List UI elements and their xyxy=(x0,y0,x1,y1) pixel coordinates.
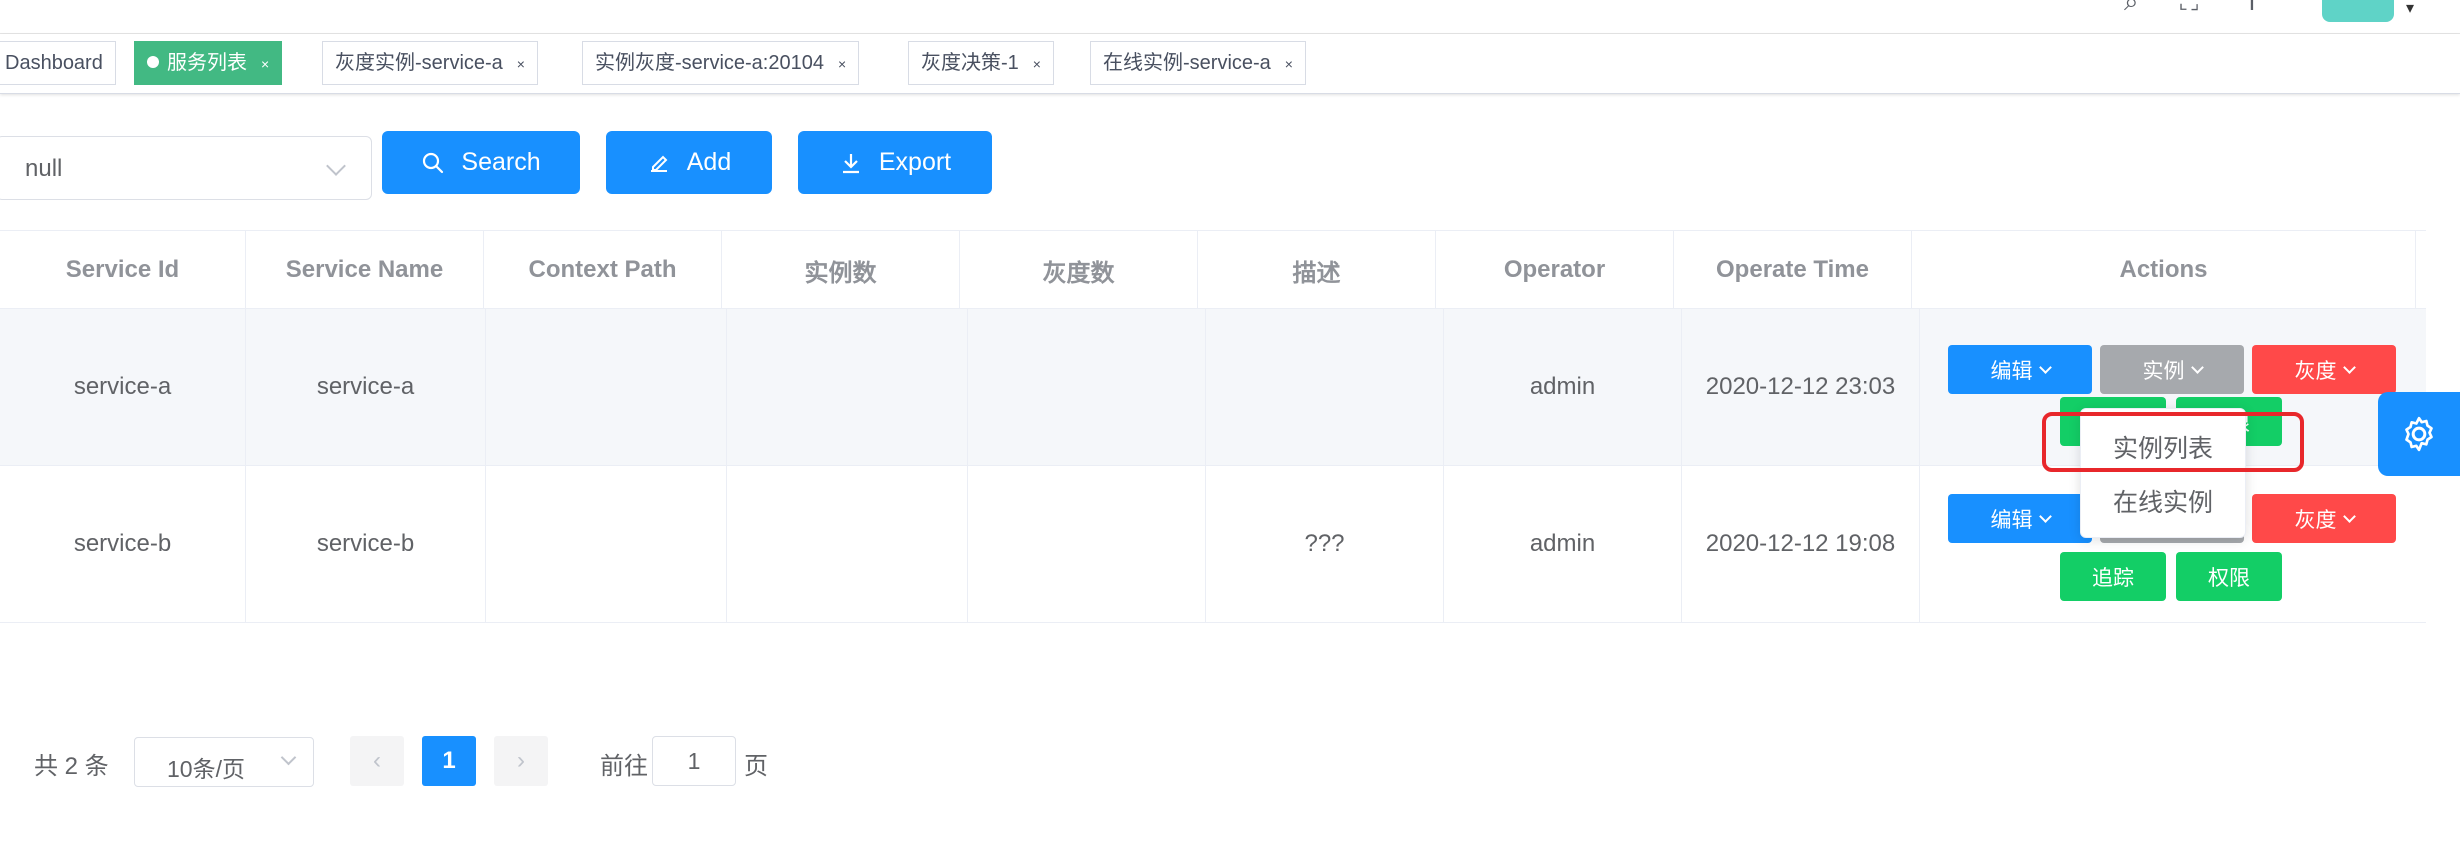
column-header[interactable]: Operator xyxy=(1436,231,1674,309)
avatar[interactable] xyxy=(2322,0,2394,22)
close-icon[interactable]: × xyxy=(517,56,525,72)
cell-operator: admin xyxy=(1444,309,1682,465)
tag-service-list[interactable]: 服务列表 × xyxy=(134,41,283,85)
tag-label: Dashboard xyxy=(5,52,103,74)
chevron-right-icon: › xyxy=(517,747,525,774)
size-icon[interactable]: ᴛ xyxy=(2246,0,2258,17)
tag-dashboard[interactable]: Dashboard xyxy=(0,41,116,85)
tag-instance-gray[interactable]: 实例灰度-service-a:20104 × xyxy=(582,41,860,85)
column-header[interactable]: Service Id xyxy=(0,231,246,309)
cell-context-path xyxy=(486,309,727,465)
search-label: Search xyxy=(461,148,541,176)
column-header[interactable]: Service Name xyxy=(246,231,484,309)
add-label: Add xyxy=(686,148,732,176)
tag-label: 在线实例-service-a xyxy=(1103,52,1271,74)
chevron-down-icon xyxy=(2190,360,2204,374)
search-button[interactable]: Search xyxy=(382,131,580,194)
caret-down-icon[interactable]: ▾ xyxy=(2406,0,2414,18)
cell-service-name: service-b xyxy=(246,466,486,622)
chevron-down-icon xyxy=(2342,509,2356,523)
gray-label: 灰度 xyxy=(2294,508,2337,532)
cell-service-name: service-a xyxy=(246,309,486,465)
chevron-down-icon xyxy=(280,749,297,766)
column-header[interactable]: 实例数 xyxy=(722,231,960,309)
page-size-value: 10条/页 xyxy=(167,756,245,782)
navbar: ⌕ ⛶ ᴛ ▾ xyxy=(0,0,2460,34)
cell-gray xyxy=(968,466,1206,622)
download-icon xyxy=(842,153,859,173)
edit-label: 编辑 xyxy=(1990,508,2033,532)
cell-gray xyxy=(968,309,1206,465)
goto-label: 前往 xyxy=(600,753,648,780)
cell-service-id: service-a xyxy=(0,309,246,465)
instance-button[interactable]: 实例 xyxy=(2100,345,2244,394)
trace-label: 追踪 xyxy=(2092,566,2134,590)
export-button[interactable]: Export xyxy=(798,131,992,194)
cell-instances xyxy=(727,466,968,622)
dropdown-item-online-instance[interactable]: 在线实例 xyxy=(2081,475,2245,527)
goto-page-input[interactable] xyxy=(652,736,736,786)
edit-button[interactable]: 编辑 xyxy=(1948,345,2092,394)
chevron-down-icon xyxy=(2038,360,2052,374)
service-select[interactable]: null xyxy=(0,136,372,200)
edit-label: 编辑 xyxy=(1990,359,2033,383)
trace-button[interactable]: 追踪 xyxy=(2060,552,2166,601)
gear-icon xyxy=(2405,416,2433,452)
search-icon[interactable]: ⌕ xyxy=(2124,0,2139,18)
add-button[interactable]: Add xyxy=(606,131,772,194)
page-suffix-label: 页 xyxy=(744,753,768,780)
edit-button[interactable]: 编辑 xyxy=(1948,494,2092,543)
tags-view: Dashboard 服务列表 × 灰度实例-service-a × 实例灰度-ser… xyxy=(0,34,2460,94)
page-size-select[interactable]: 10条/页 xyxy=(134,737,314,787)
tag-label: 服务列表 xyxy=(167,52,247,74)
select-value: null xyxy=(25,155,63,182)
cell-operate-time: 2020-12-12 19:08 xyxy=(1682,466,1920,622)
chevron-down-icon xyxy=(326,156,346,176)
gray-button[interactable]: 灰度 xyxy=(2252,494,2396,543)
cell-desc xyxy=(1206,309,1444,465)
close-icon[interactable]: × xyxy=(261,56,269,72)
permission-button[interactable]: 权限 xyxy=(2176,552,2282,601)
chevron-down-icon xyxy=(2038,509,2052,523)
export-label: Export xyxy=(878,148,952,176)
column-header[interactable]: Operate Time xyxy=(1674,231,1912,309)
column-header: Actions xyxy=(1912,231,2416,309)
column-header[interactable]: 灰度数 xyxy=(960,231,1198,309)
page-number-button[interactable]: 1 xyxy=(422,736,476,786)
cell-operate-time: 2020-12-12 23:03 xyxy=(1682,309,1920,465)
tag-online-instance[interactable]: 在线实例-service-a × xyxy=(1090,41,1306,85)
tag-label: 灰度决策-1 xyxy=(921,52,1019,74)
tag-label: 实例灰度-service-a:20104 xyxy=(595,52,824,74)
gray-button[interactable]: 灰度 xyxy=(2252,345,2396,394)
gray-label: 灰度 xyxy=(2294,359,2337,383)
close-icon[interactable]: × xyxy=(1285,56,1293,72)
table-header: Service Id Service Name Context Path 实例数… xyxy=(0,230,2426,309)
tag-label: 灰度实例-service-a xyxy=(335,52,503,74)
tag-gray-instance[interactable]: 灰度实例-service-a × xyxy=(322,41,538,85)
permission-label: 权限 xyxy=(2208,566,2250,590)
highlight-annotation xyxy=(2042,412,2304,472)
next-page-button[interactable]: › xyxy=(494,736,548,786)
edit-icon xyxy=(650,155,668,172)
cell-instances xyxy=(727,309,968,465)
active-dot-icon xyxy=(147,56,159,68)
settings-button[interactable] xyxy=(2378,392,2460,476)
fullscreen-icon[interactable]: ⛶ xyxy=(2180,0,2198,18)
chevron-down-icon xyxy=(2342,360,2356,374)
table-row[interactable]: service-b service-b ??? admin 2020-12-12… xyxy=(0,466,2426,623)
cell-service-id: service-b xyxy=(0,466,246,622)
column-header[interactable]: Context Path xyxy=(484,231,722,309)
cell-operator: admin xyxy=(1444,466,1682,622)
prev-page-button[interactable]: ‹ xyxy=(350,736,404,786)
search-icon xyxy=(423,152,444,173)
pagination-total: 共 2 条 xyxy=(34,753,109,780)
cell-desc: ??? xyxy=(1206,466,1444,622)
close-icon[interactable]: × xyxy=(838,56,846,72)
close-icon[interactable]: × xyxy=(1033,56,1041,72)
tag-gray-decision[interactable]: 灰度决策-1 × xyxy=(908,41,1054,85)
chevron-left-icon: ‹ xyxy=(373,747,381,774)
column-header[interactable]: 描述 xyxy=(1198,231,1436,309)
instance-label: 实例 xyxy=(2142,359,2185,383)
cell-context-path xyxy=(486,466,727,622)
